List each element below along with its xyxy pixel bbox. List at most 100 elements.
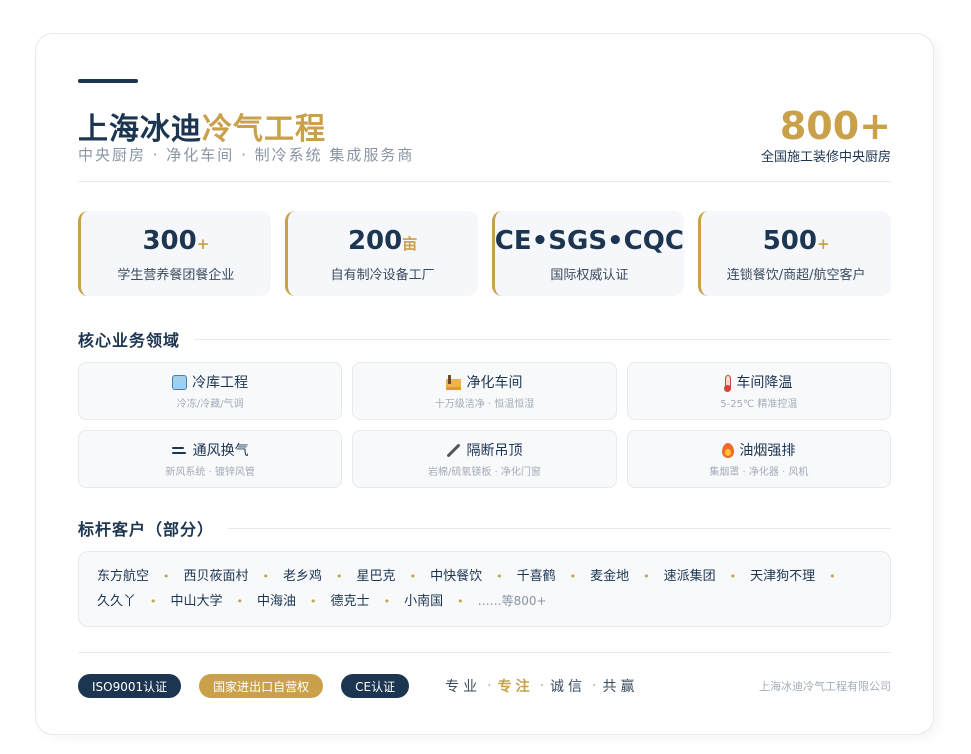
stats-row: 300+ 学生营养餐团餐企业 200亩 自有制冷设备工厂 CE•SGS•CQC … xyxy=(78,211,891,296)
section-heading: 核心业务领域 xyxy=(78,331,181,350)
business-grid: 冷库工程 冷冻/冷藏/气调 净化车间 十万级洁净 · 恒温恒湿 车间降温 5-2… xyxy=(78,362,891,488)
motto-word: 专注 xyxy=(497,679,534,695)
business-item-title: 冷库工程 xyxy=(192,375,249,391)
business-item: 隔断吊顶 岩棉/硫氧镁板 · 净化门窗 xyxy=(352,430,617,488)
client-more: ……等800+ xyxy=(477,594,547,608)
headline-stat-value: 800+ xyxy=(779,104,891,148)
stat-suffix: 亩 xyxy=(402,234,418,253)
client-name: 西贝莜面村 xyxy=(183,569,249,584)
business-item: 通风换气 新风系统 · 镀锌风管 xyxy=(78,430,343,488)
motto-word: 专业 xyxy=(445,679,482,695)
section-heading: 标杆客户（部分） xyxy=(78,520,215,539)
stat-label: 连锁餐饮/商超/航空客户 xyxy=(726,267,866,283)
client-name: 中山大学 xyxy=(170,594,223,609)
client-name: 麦金地 xyxy=(590,569,630,584)
divider xyxy=(78,652,891,653)
stat-value: CE•SGS•CQC xyxy=(494,225,684,256)
client-list: 东方航空 • 西贝莜面村 • 老乡鸡 • 星巴克 • 中快餐饮 • 千喜鹤 • 麦金地 • 速派集团 • 天津狗… xyxy=(97,564,872,614)
client-separator: • xyxy=(150,595,157,608)
stat-label: 学生营养餐团餐企业 xyxy=(117,267,235,283)
business-item: 车间降温 5-25℃ 精准控温 xyxy=(626,362,891,420)
motto-separator: · xyxy=(592,678,597,694)
motto: 专业 · 专注 · 诚信 · 共赢 xyxy=(445,676,638,696)
thermometer-icon xyxy=(724,374,732,392)
company-name: 上海冰迪冷气工程有限公司 xyxy=(759,680,891,693)
stat-suffix: + xyxy=(816,234,830,253)
stat-value: 500 xyxy=(762,225,817,256)
section-rule xyxy=(228,527,891,529)
business-item: 冷库工程 冷冻/冷藏/气调 xyxy=(78,362,343,420)
motto-word: 诚信 xyxy=(550,679,587,695)
stat-value: 200 xyxy=(347,225,403,256)
business-item-sub: 新风系统 · 镀锌风管 xyxy=(165,467,255,478)
title-accent: 冷气工程 xyxy=(202,112,326,147)
wind-icon xyxy=(171,443,188,458)
client-separator: • xyxy=(336,570,343,583)
client-separator: • xyxy=(409,570,417,583)
clients-section-header: 标杆客户（部分） xyxy=(78,516,891,540)
business-item-sub: 集烟罩 · 净化器 · 风机 xyxy=(709,467,809,478)
footer: ISO9001认证 国家进出口自营权 CE认证 专业 · 专注 · 诚信 · 共赢 上海冰迪… xyxy=(78,674,891,698)
client-name: 久久丫 xyxy=(97,594,137,609)
client-name: 千喜鹤 xyxy=(516,569,556,584)
accent-bar xyxy=(78,79,138,83)
headline-stat: 800+ 全国施工装修中央厨房 xyxy=(761,104,891,165)
ice-cube-icon xyxy=(172,374,188,390)
client-name: 东方航空 xyxy=(97,569,150,584)
motto-separator: · xyxy=(539,678,545,694)
stat-suffix: + xyxy=(196,234,210,253)
client-name: 中海油 xyxy=(257,594,297,609)
business-item-sub: 十万级洁净 · 恒温恒湿 xyxy=(434,399,535,410)
client-separator: • xyxy=(383,595,391,608)
certification-badge: ISO9001认证 xyxy=(78,674,182,698)
factory-icon xyxy=(446,374,462,390)
client-separator: • xyxy=(829,570,836,583)
business-item-title: 车间降温 xyxy=(736,375,793,391)
title-main: 上海冰迪 xyxy=(78,112,202,147)
stat-card: CE•SGS•CQC 国际权威认证 xyxy=(491,211,685,296)
client-name: 老乡鸡 xyxy=(283,569,323,584)
business-item: 油烟强排 集烟罩 · 净化器 · 风机 xyxy=(626,430,891,488)
stat-card: 300+ 学生营养餐团餐企业 xyxy=(78,211,271,296)
client-name: 中快餐饮 xyxy=(430,569,483,584)
client-separator: • xyxy=(262,570,270,583)
business-section-header: 核心业务领域 xyxy=(78,327,891,351)
client-separator: • xyxy=(457,595,464,608)
client-separator: • xyxy=(643,570,650,583)
stat-value: 300 xyxy=(142,225,197,256)
wrench-icon xyxy=(446,443,461,458)
client-separator: • xyxy=(310,595,317,608)
stat-label: 自有制冷设备工厂 xyxy=(330,267,435,283)
divider xyxy=(78,181,891,182)
clients-box: 东方航空 • 西贝莜面村 • 老乡鸡 • 星巴克 • 中快餐饮 • 千喜鹤 • 麦金地 • 速派集团 • 天津狗… xyxy=(78,551,891,627)
business-item-title: 油烟强排 xyxy=(739,443,796,459)
client-separator: • xyxy=(236,595,244,608)
business-item-sub: 5-25℃ 精准控温 xyxy=(720,399,798,410)
client-name: 德克士 xyxy=(330,594,370,609)
business-item-sub: 冷冻/冷藏/气调 xyxy=(176,399,244,410)
motto-word: 共赢 xyxy=(602,679,639,695)
subtitle: 中央厨房 · 净化车间 · 制冷系统 集成服务商 xyxy=(78,146,415,164)
business-item-sub: 岩棉/硫氧镁板 · 净化门窗 xyxy=(428,467,541,478)
business-item-title: 通风换气 xyxy=(192,443,249,459)
poster-card: 上海冰迪冷气工程 中央厨房 · 净化车间 · 制冷系统 集成服务商 800+ 全… xyxy=(35,33,934,735)
motto-separator: · xyxy=(487,678,492,694)
certification-badge: CE认证 xyxy=(341,674,410,698)
business-item-title: 隔断吊顶 xyxy=(466,443,523,459)
stat-card: 500+ 连锁餐饮/商超/航空客户 xyxy=(698,211,891,296)
headline-stat-label: 全国施工装修中央厨房 xyxy=(760,150,891,165)
client-name: 小南国 xyxy=(404,594,444,609)
client-name: 速派集团 xyxy=(663,569,716,584)
business-item: 净化车间 十万级洁净 · 恒温恒湿 xyxy=(352,362,617,420)
section-rule xyxy=(194,338,891,340)
page-title: 上海冰迪冷气工程 xyxy=(78,104,326,148)
client-separator: • xyxy=(729,570,737,583)
client-separator: • xyxy=(496,570,503,583)
client-separator: • xyxy=(569,570,577,583)
client-separator: • xyxy=(163,570,170,583)
fire-icon xyxy=(722,442,735,458)
business-item-title: 净化车间 xyxy=(466,375,523,391)
client-name: 星巴克 xyxy=(356,569,396,584)
stat-card: 200亩 自有制冷设备工厂 xyxy=(284,211,478,296)
certification-badge: 国家进出口自营权 xyxy=(199,674,324,698)
